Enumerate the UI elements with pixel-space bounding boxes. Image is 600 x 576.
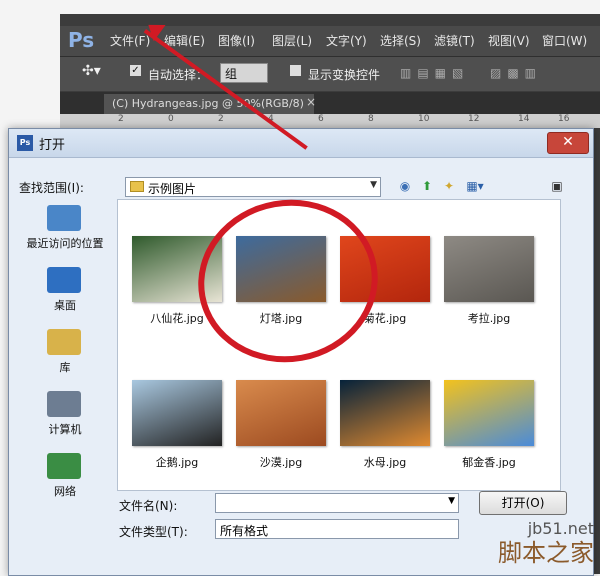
network-icon xyxy=(47,453,81,479)
document-tab[interactable]: (C) Hydrangeas.jpg @ 50%(RGB/8) xyxy=(104,94,314,114)
place-label: 库 xyxy=(59,361,71,374)
thumbnail-penguins[interactable] xyxy=(132,380,222,446)
transform-controls-label: 显示变换控件 xyxy=(308,68,381,82)
file-label[interactable]: 郁金香.jpg xyxy=(434,454,544,470)
look-in-dropdown[interactable]: 示例图片 ▼ xyxy=(125,177,381,197)
ruler-number: 8 xyxy=(368,114,374,124)
up-folder-icon[interactable]: ⬆ xyxy=(419,178,435,194)
photoshop-logo-icon: Ps xyxy=(68,28,95,52)
folder-icon xyxy=(130,181,144,192)
filename-input[interactable]: ▼ xyxy=(215,493,459,513)
auto-select-checkbox[interactable]: ✓ xyxy=(130,65,141,76)
place-libraries[interactable]: 库 xyxy=(13,325,117,383)
menu-window[interactable]: 窗口(W) xyxy=(542,32,587,49)
filetype-label: 文件类型(T): xyxy=(119,525,188,539)
look-in-label: 查找范围(I): xyxy=(19,181,84,195)
transform-controls-checkbox[interactable] xyxy=(290,65,301,76)
thumbnail-tulips[interactable] xyxy=(444,380,534,446)
menu-view[interactable]: 视图(V) xyxy=(488,32,530,49)
ruler-number: 14 xyxy=(518,114,530,124)
chevron-down-icon: ▼ xyxy=(448,496,455,506)
libraries-icon xyxy=(47,329,81,355)
ruler-number: 0 xyxy=(168,114,174,124)
menu-layer[interactable]: 图层(L) xyxy=(272,32,312,49)
new-folder-icon[interactable]: ✦ xyxy=(441,178,457,194)
ruler-number: 10 xyxy=(418,114,430,124)
place-label: 桌面 xyxy=(54,299,76,312)
place-recent[interactable]: 最近访问的位置 xyxy=(13,201,117,259)
menu-type[interactable]: 文字(Y) xyxy=(326,32,367,49)
place-label: 计算机 xyxy=(48,423,82,436)
ruler-number: 6 xyxy=(318,114,324,124)
filetype-value: 所有格式 xyxy=(220,524,269,538)
place-label: 网络 xyxy=(54,485,76,498)
thumbnail-koala[interactable] xyxy=(444,236,534,302)
align-icons[interactable]: ▥▤▦▧ xyxy=(400,66,469,80)
layer-select-dropdown[interactable]: 组 xyxy=(220,63,268,83)
open-button[interactable]: 打开(O) xyxy=(479,491,567,515)
thumbnail-jellyfish[interactable] xyxy=(340,380,430,446)
photoshop-app-icon: Ps xyxy=(17,135,33,151)
ruler: 2 0 2 4 6 8 10 12 14 16 xyxy=(60,114,600,128)
preview-icon[interactable]: ▣ xyxy=(549,178,565,194)
place-desktop[interactable]: 桌面 xyxy=(13,263,117,321)
file-label[interactable]: 考拉.jpg xyxy=(434,310,544,326)
place-network[interactable]: 网络 xyxy=(13,449,117,507)
file-label[interactable]: 水母.jpg xyxy=(330,454,440,470)
look-in-value: 示例图片 xyxy=(148,182,197,196)
filetype-dropdown[interactable]: 所有格式 xyxy=(215,519,459,539)
dialog-title: 打开 xyxy=(39,138,66,153)
file-label[interactable]: 沙漠.jpg xyxy=(226,454,336,470)
move-tool-icon[interactable]: ✣▾ xyxy=(82,63,101,79)
ruler-number: 2 xyxy=(118,114,124,124)
menu-select[interactable]: 选择(S) xyxy=(380,32,421,49)
places-bar: 最近访问的位置 桌面 库 计算机 网络 xyxy=(13,199,117,499)
thumbnail-desert[interactable] xyxy=(236,380,326,446)
desktop-icon xyxy=(47,267,81,293)
ruler-number: 16 xyxy=(558,114,570,124)
menu-filter[interactable]: 滤镜(T) xyxy=(434,32,475,49)
distribute-icons[interactable]: ▨▩▥ xyxy=(490,66,542,80)
menu-image[interactable]: 图像(I) xyxy=(218,32,255,49)
ruler-number: 12 xyxy=(468,114,480,124)
filename-label: 文件名(N): xyxy=(119,499,178,513)
back-icon[interactable]: ◉ xyxy=(397,178,413,194)
computer-icon xyxy=(47,391,81,417)
menubar: Ps 文件(F) 编辑(E) 图像(I) 图层(L) 文字(Y) 选择(S) 滤… xyxy=(60,26,600,56)
view-menu-icon[interactable]: ▦▾ xyxy=(463,178,487,194)
place-label: 最近访问的位置 xyxy=(26,237,104,250)
file-label[interactable]: 企鹅.jpg xyxy=(122,454,232,470)
ruler-number: 2 xyxy=(218,114,224,124)
recent-places-icon xyxy=(47,205,81,231)
chevron-down-icon: ▼ xyxy=(370,180,377,190)
options-bar: ✣▾ ✓ 自动选择： 组 显示变换控件 ▥▤▦▧ ▨▩▥ xyxy=(60,56,600,91)
close-button[interactable]: ✕ xyxy=(547,132,589,154)
place-computer[interactable]: 计算机 xyxy=(13,387,117,445)
watermark-name: 脚本之家 xyxy=(498,539,594,567)
document-tabbar: (C) Hydrangeas.jpg @ 50%(RGB/8) × xyxy=(60,92,600,114)
tab-close-icon[interactable]: × xyxy=(306,95,316,109)
